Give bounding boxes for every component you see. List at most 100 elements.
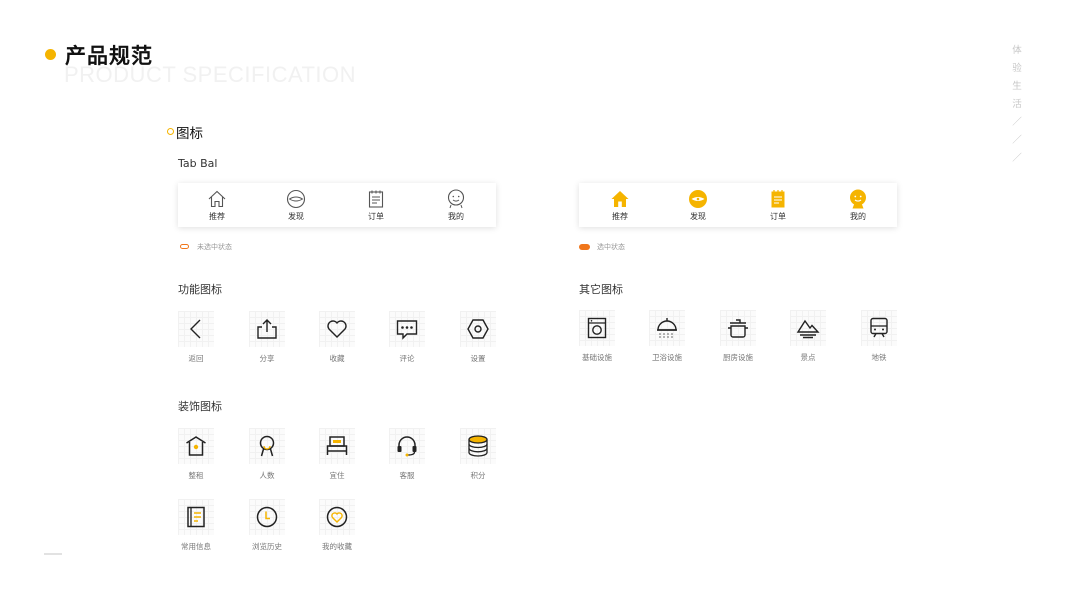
icon-label: 收藏 xyxy=(329,354,345,363)
headset-icon xyxy=(397,436,417,457)
function-icons-heading: 功能图标 xyxy=(178,283,222,296)
icon-label: 基础设施 xyxy=(582,353,612,362)
decor-icon-item: 浏览历史 xyxy=(237,499,297,552)
page-subtitle-en: PRODUCT SPECIFICATION xyxy=(64,62,357,87)
heart-icon xyxy=(327,320,347,338)
home-icon xyxy=(208,190,226,208)
icon-label: 人数 xyxy=(259,471,275,480)
profile-icon xyxy=(447,189,465,209)
subway-icon xyxy=(870,317,888,338)
tab-profile[interactable]: 我的 xyxy=(828,189,888,222)
tab-order[interactable]: 订单 xyxy=(346,189,406,222)
icon-label: 浏览历史 xyxy=(252,542,282,551)
decor-icon-item: 人数 xyxy=(237,428,297,481)
icon-label: 地铁 xyxy=(871,353,887,362)
tabbar-selected: 推荐 发现 订单 我的 xyxy=(579,183,897,227)
tab-label: 订单 xyxy=(770,212,786,221)
icon-label: 返回 xyxy=(188,354,204,363)
decor-icon-item: 客服 xyxy=(377,428,437,481)
section-bullet-icon xyxy=(167,128,174,135)
tab-profile[interactable]: 我的 xyxy=(426,189,486,222)
unselected-legend-icon xyxy=(180,244,189,249)
function-icon-item[interactable]: 评论 xyxy=(377,311,437,364)
tab-label: 我的 xyxy=(850,212,866,221)
order-icon xyxy=(368,190,384,208)
side-char: 验 xyxy=(1012,63,1022,74)
other-icon-item[interactable]: 地铁 xyxy=(849,310,909,363)
decor-icon-item: 宜住 xyxy=(307,428,367,481)
tab-label: 发现 xyxy=(288,212,304,221)
notebook-icon xyxy=(187,506,205,528)
icon-label: 厨房设施 xyxy=(723,353,753,362)
profile-icon xyxy=(850,189,866,209)
icon-label: 我的收藏 xyxy=(322,542,352,551)
unselected-legend-label: 未选中状态 xyxy=(197,243,232,251)
back-icon xyxy=(190,319,201,339)
comment-icon xyxy=(396,320,418,340)
icon-label: 卫浴设施 xyxy=(652,353,682,362)
section-title: 图标 xyxy=(176,126,203,142)
tab-discover[interactable]: 发现 xyxy=(266,189,326,222)
icon-label: 常用信息 xyxy=(181,542,211,551)
person-icon xyxy=(259,435,275,457)
discover-icon xyxy=(286,189,306,209)
other-icon-item[interactable]: 卫浴设施 xyxy=(637,310,697,363)
clock-icon xyxy=(256,506,278,528)
icon-label: 客服 xyxy=(399,471,415,480)
side-char: 活 xyxy=(1012,99,1022,110)
discover-icon xyxy=(689,190,707,208)
house-icon xyxy=(186,436,206,456)
pot-icon xyxy=(728,319,748,338)
order-icon xyxy=(771,190,785,208)
tab-label: 推荐 xyxy=(612,212,628,221)
tab-recommend[interactable]: 推荐 xyxy=(187,189,247,222)
home-icon xyxy=(611,191,629,207)
other-icon-item[interactable]: 景点 xyxy=(778,310,838,363)
selected-legend-icon xyxy=(579,244,590,250)
selected-legend-label: 选中状态 xyxy=(597,243,625,251)
mountain-icon xyxy=(796,319,820,339)
side-char: ／ xyxy=(1012,153,1022,164)
other-icon-item[interactable]: 基础设施 xyxy=(567,310,627,363)
decor-icon-item: 我的收藏 xyxy=(307,499,367,552)
title-dot-icon xyxy=(45,49,56,60)
icon-label: 积分 xyxy=(470,471,486,480)
tab-label: 推荐 xyxy=(209,212,225,221)
function-icon-item[interactable]: 设置 xyxy=(448,311,508,364)
bed-icon xyxy=(326,436,348,455)
side-char: 体 xyxy=(1012,45,1022,56)
tabbar-unselected: 推荐 发现 订单 我的 xyxy=(178,183,496,227)
function-icon-item[interactable]: 分享 xyxy=(237,311,297,364)
icon-label: 分享 xyxy=(259,354,275,363)
coins-icon xyxy=(468,435,488,457)
side-char: 生 xyxy=(1012,81,1022,92)
shower-icon xyxy=(657,318,677,338)
icon-label: 设置 xyxy=(470,354,486,363)
decor-icon-item: 整租 xyxy=(166,428,226,481)
decor-icon-item: 积分 xyxy=(448,428,508,481)
decor-icons-heading: 装饰图标 xyxy=(178,400,222,413)
share-icon xyxy=(257,319,277,339)
tab-label: 订单 xyxy=(368,212,384,221)
tab-label: 发现 xyxy=(690,212,706,221)
side-char: ／ xyxy=(1012,117,1022,128)
washer-icon xyxy=(587,317,607,339)
other-icons-heading: 其它图标 xyxy=(579,283,623,296)
tab-recommend[interactable]: 推荐 xyxy=(590,189,650,222)
settings-icon xyxy=(467,319,489,339)
side-char: ／ xyxy=(1012,135,1022,146)
tab-order[interactable]: 订单 xyxy=(748,189,808,222)
icon-label: 评论 xyxy=(399,354,415,363)
heart-badge-icon xyxy=(326,506,348,528)
decor-icon-item: 常用信息 xyxy=(166,499,226,552)
function-icon-item[interactable]: 返回 xyxy=(166,311,226,364)
side-vertical-text: 体 验 生 活 ／ ／ ／ xyxy=(1010,42,1024,168)
function-icon-item[interactable]: 收藏 xyxy=(307,311,367,364)
icon-label: 整租 xyxy=(188,471,204,480)
tab-discover[interactable]: 发现 xyxy=(668,189,728,222)
other-icon-item[interactable]: 厨房设施 xyxy=(708,310,768,363)
icon-label: 景点 xyxy=(800,353,816,362)
footer-divider xyxy=(44,553,62,555)
tabbar-heading: Tab Bal xyxy=(178,157,218,170)
icon-label: 宜住 xyxy=(329,471,345,480)
